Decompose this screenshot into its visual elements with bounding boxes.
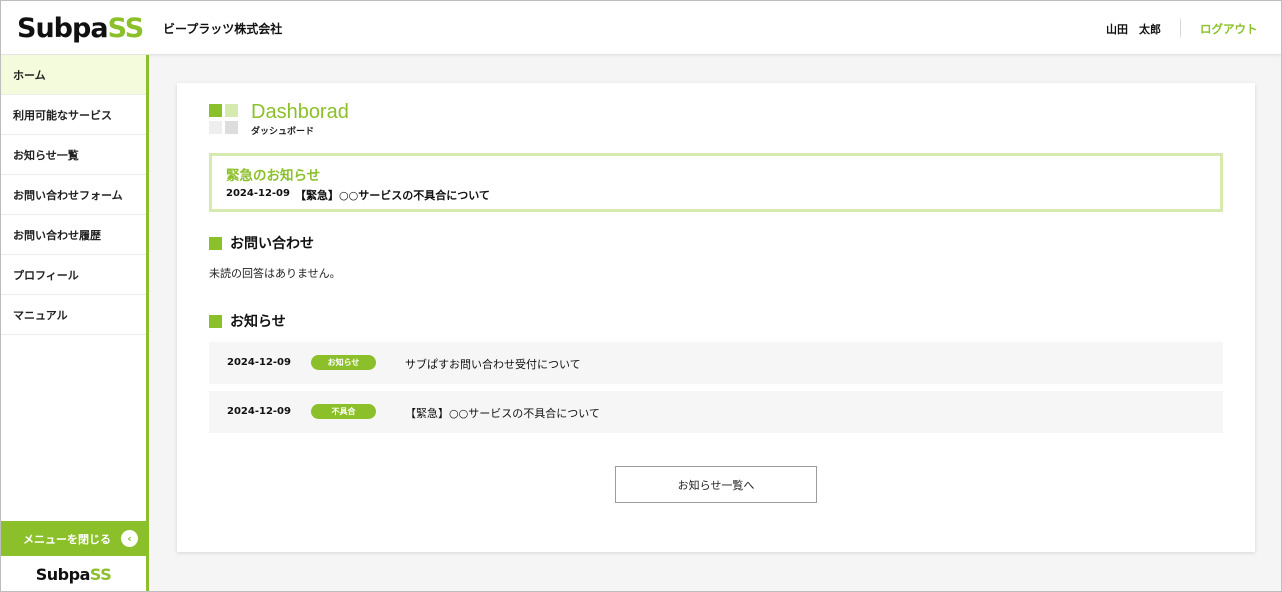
sidebar-item-manual[interactable]: マニュアル xyxy=(1,295,146,335)
sidebar-item-inquiry-form[interactable]: お問い合わせフォーム xyxy=(1,175,146,215)
news-list-item[interactable]: 2024-12-09 不具合 【緊急】○○サービスの不具合について xyxy=(209,391,1223,433)
section-square-icon xyxy=(209,236,222,250)
urgent-notice-link[interactable]: 【緊急】○○サービスの不具合について xyxy=(295,187,490,203)
company-name: ビープラッツ株式会社 xyxy=(163,22,283,36)
news-list-item[interactable]: 2024-12-09 お知らせ サブぱすお問い合わせ受付について xyxy=(209,342,1223,384)
sidebar: ホーム 利用可能なサービス お知らせ一覧 お問い合わせフォーム お問い合わせ履歴… xyxy=(1,55,149,591)
dashboard-icon-tile xyxy=(209,104,222,117)
sidebar-item-inquiry-history[interactable]: お問い合わせ履歴 xyxy=(1,215,146,255)
page-subtitle: ダッシュボード xyxy=(251,127,315,137)
dashboard-icon xyxy=(209,104,239,134)
sidebar-item-profile[interactable]: プロフィール xyxy=(1,255,146,295)
close-menu-label: メニューを閉じる xyxy=(23,532,111,546)
header-divider xyxy=(1180,19,1181,37)
user-name: 山田 太郎 xyxy=(1106,23,1161,36)
logo-prefix: S xyxy=(17,12,36,44)
section-square-icon xyxy=(209,314,222,328)
dashboard-card: Dashborad ダッシュボード 緊急のお知らせ 2024-12-09 【緊急… xyxy=(177,83,1255,552)
dashboard-icon-tile xyxy=(225,104,238,117)
page-title: Dashborad xyxy=(251,101,349,123)
inquiry-section-heading: お問い合わせ xyxy=(209,233,314,253)
urgent-notice-box: 緊急のお知らせ 2024-12-09 【緊急】○○サービスの不具合について xyxy=(209,153,1223,212)
news-date: 2024-12-09 xyxy=(227,357,291,368)
news-title: サブぱすお問い合わせ受付について xyxy=(405,358,581,371)
news-section-heading: お知らせ xyxy=(209,311,286,331)
logo-main: ubpa xyxy=(35,12,108,44)
sidebar-logo: Subpa SS xyxy=(1,556,146,591)
top-header: Subpa SS ビープラッツ株式会社 山田 太郎 ログアウト xyxy=(1,1,1281,55)
sidebar-logo-suffix: SS xyxy=(89,564,112,584)
news-title: 【緊急】○○サービスの不具合について xyxy=(405,407,600,420)
subpass-logo[interactable]: Subpa SS xyxy=(17,12,145,44)
news-category-badge: お知らせ xyxy=(311,355,376,370)
inquiry-heading-text: お問い合わせ xyxy=(230,236,314,252)
news-heading-text: お知らせ xyxy=(230,314,286,330)
chevron-left-icon: ‹ xyxy=(121,530,138,547)
urgent-notice-title: 緊急のお知らせ xyxy=(226,168,321,184)
app-window: Subpa SS ビープラッツ株式会社 山田 太郎 ログアウト ホーム 利用可能な… xyxy=(0,0,1282,592)
news-list-button[interactable]: お知らせ一覧へ xyxy=(615,466,817,503)
sidebar-item-available-services[interactable]: 利用可能なサービス xyxy=(1,95,146,135)
close-menu-button[interactable]: メニューを閉じる ‹ xyxy=(1,521,146,556)
news-date: 2024-12-09 xyxy=(227,406,291,417)
no-unread-replies-text: 未読の回答はありません。 xyxy=(209,267,341,280)
urgent-notice-date: 2024-12-09 xyxy=(226,188,290,199)
logout-link[interactable]: ログアウト xyxy=(1200,21,1258,37)
sidebar-item-news-list[interactable]: お知らせ一覧 xyxy=(1,135,146,175)
sidebar-logo-main: Subpa xyxy=(35,564,91,584)
sidebar-item-home[interactable]: ホーム xyxy=(1,55,146,95)
news-category-badge: 不具合 xyxy=(311,404,376,419)
dashboard-icon-tile xyxy=(225,121,238,134)
dashboard-icon-tile xyxy=(209,121,222,134)
logo-suffix: SS xyxy=(107,12,145,44)
